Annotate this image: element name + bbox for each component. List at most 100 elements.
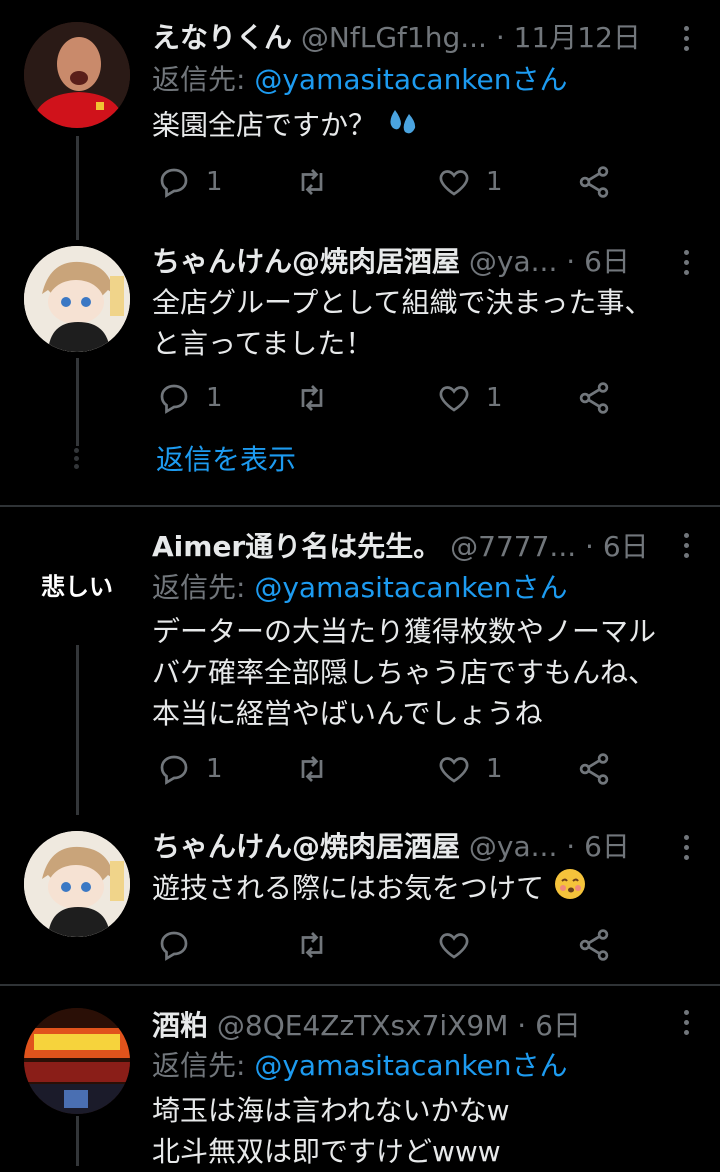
like-count: 1 — [486, 167, 503, 197]
user-handle[interactable]: @8QE4ZzTXsx7iX9M — [217, 1009, 508, 1042]
reply-count: 1 — [206, 754, 223, 784]
more-options-icon[interactable] — [684, 533, 692, 563]
tweet-date[interactable]: 6日 — [584, 830, 630, 863]
avatar-aimer[interactable]: 悲しい — [24, 531, 130, 637]
tweet-header: えなりくん @NfLGf1hg... · 11月12日 — [152, 18, 680, 58]
display-name[interactable]: えなりくん — [152, 21, 292, 54]
tweet-text-line: バケ確率全部隠しちゃう店ですもんね、 — [152, 656, 657, 689]
tweet-text-line: 本当に経営やばいんでしょうね — [152, 697, 543, 730]
reply-mention[interactable]: @yamasitacankenさん — [254, 1049, 567, 1082]
tweet-4[interactable]: ちゃんけん@焼肉居酒屋 @ya... · 6日 遊技される際にはお気をつけて — [0, 815, 720, 985]
reply-button[interactable]: 1 — [156, 749, 223, 789]
tweet-text-line: データーの大当たり獲得枚数やノーマル — [152, 615, 657, 648]
show-replies-link[interactable]: 返信を表示 — [156, 440, 296, 480]
avatar-chanken[interactable] — [24, 246, 130, 352]
tweet-text-line: 全店グループとして組織で決まった事、 — [152, 286, 653, 319]
heart-icon — [439, 170, 469, 196]
heart-icon — [439, 933, 469, 959]
display-name[interactable]: 酒粕 — [152, 1009, 208, 1042]
reply-prefix: 返信先: — [152, 63, 255, 96]
tweet-header: Aimer通り名は先生。 @7777... · 6日 — [152, 527, 680, 567]
more-options-icon[interactable] — [684, 250, 692, 280]
reply-count: 1 — [206, 383, 223, 413]
display-name[interactable]: ちゃんけん@焼肉居酒屋 — [152, 830, 460, 863]
display-name[interactable]: ちゃんけん@焼肉居酒屋 — [152, 245, 460, 278]
reply-to-line: 返信先: @yamasitacankenさん — [152, 568, 568, 608]
thread-line — [76, 645, 79, 815]
user-handle[interactable]: @ya... — [469, 245, 557, 278]
reply-icon — [160, 168, 188, 198]
reply-button[interactable] — [156, 925, 206, 965]
reply-count: 1 — [206, 167, 223, 197]
share-button[interactable] — [576, 749, 612, 789]
tweet-text: 全店グループとして組織で決まった事、 と言ってました！ — [152, 282, 702, 364]
like-button[interactable]: 1 — [436, 162, 503, 202]
tweet-date[interactable]: 11月12日 — [514, 21, 641, 54]
reply-icon — [160, 931, 188, 961]
sweat-droplets-icon — [385, 104, 419, 149]
separator-dot: · — [566, 245, 576, 278]
retweet-icon — [301, 385, 323, 411]
tweet-actions: 1 1 — [152, 749, 632, 789]
tweet-date[interactable]: 6日 — [584, 245, 630, 278]
retweet-button[interactable] — [294, 925, 330, 965]
more-options-icon[interactable] — [684, 26, 692, 56]
retweet-button[interactable] — [294, 749, 330, 789]
tweet-header: 酒粕 @8QE4ZzTXsx7iX9M · 6日 — [152, 1006, 680, 1046]
tweet-text: データーの大当たり獲得枚数やノーマル バケ確率全部隠しちゃう店ですもんね、 本当… — [152, 611, 702, 734]
like-button[interactable]: 1 — [436, 378, 503, 418]
tweet-header: ちゃんけん@焼肉居酒屋 @ya... · 6日 — [152, 242, 680, 282]
tweet-5[interactable]: 酒粕 @8QE4ZzTXsx7iX9M · 6日 返信先: @yamasitac… — [0, 986, 720, 1168]
share-button[interactable] — [576, 378, 612, 418]
share-icon — [579, 929, 609, 961]
reply-to-line: 返信先: @yamasitacankenさん — [152, 60, 568, 100]
share-icon — [579, 753, 609, 785]
retweet-button[interactable] — [294, 378, 330, 418]
tweet-actions: 1 1 — [152, 162, 632, 202]
tweet-3[interactable]: 悲しい Aimer通り名は先生。 @7777... · 6日 返信先: @yam… — [0, 507, 720, 815]
thread-line — [76, 136, 79, 240]
tweet-text-line: 楽園全店ですか？ — [152, 108, 377, 142]
retweet-button[interactable] — [294, 162, 330, 202]
tweet-actions: 1 1 — [152, 378, 632, 418]
heart-icon — [439, 386, 469, 412]
tweet-date[interactable]: 6日 — [603, 530, 649, 563]
reply-mention[interactable]: @yamasitacankenさん — [254, 571, 567, 604]
thread-line — [76, 1116, 79, 1166]
face-blowing-kiss-icon — [553, 867, 587, 912]
tweet-text-line: 埼玉は海は言われないかなw — [152, 1094, 510, 1127]
tweet-text: 埼玉は海は言われないかなw 北斗無双は即ですけどwww — [152, 1090, 702, 1172]
separator-dot: · — [495, 21, 505, 54]
retweet-icon — [301, 169, 323, 195]
like-button[interactable]: 1 — [436, 749, 503, 789]
reply-prefix: 返信先: — [152, 1049, 255, 1082]
separator-dot: · — [517, 1009, 527, 1042]
tweet-1[interactable]: えなりくん @NfLGf1hg... · 11月12日 返信先: @yamasi… — [0, 0, 720, 240]
share-button[interactable] — [576, 925, 612, 965]
separator-dot: · — [566, 830, 576, 863]
avatar-enarikun[interactable] — [24, 22, 130, 128]
display-name[interactable]: Aimer通り名は先生。 — [152, 530, 441, 563]
reply-mention[interactable]: @yamasitacankenさん — [254, 63, 567, 96]
share-button[interactable] — [576, 162, 612, 202]
user-handle[interactable]: @ya... — [469, 830, 557, 863]
avatar-text: 悲しい — [41, 572, 113, 601]
user-handle[interactable]: @7777... — [450, 530, 576, 563]
tweet-text-line: と言ってました！ — [152, 327, 374, 360]
avatar-sakekasu[interactable] — [24, 1008, 130, 1114]
reply-button[interactable]: 1 — [156, 162, 223, 202]
reply-button[interactable]: 1 — [156, 378, 223, 418]
retweet-icon — [301, 756, 323, 782]
tweet-2[interactable]: ちゃんけん@焼肉居酒屋 @ya... · 6日 全店グループとして組織で決まった… — [0, 230, 720, 506]
tweet-text: 遊技される際にはお気をつけて — [152, 867, 702, 912]
avatar-chanken[interactable] — [24, 831, 130, 937]
like-button[interactable] — [436, 925, 486, 965]
tweet-date[interactable]: 6日 — [535, 1009, 581, 1042]
more-options-icon[interactable] — [684, 1010, 692, 1040]
user-handle[interactable]: @NfLGf1hg... — [301, 21, 487, 54]
reply-prefix: 返信先: — [152, 571, 255, 604]
tweet-header: ちゃんけん@焼肉居酒屋 @ya... · 6日 — [152, 827, 680, 867]
heart-icon — [439, 757, 469, 783]
tweet-text: 楽園全店ですか？ — [152, 104, 702, 149]
more-options-icon[interactable] — [684, 835, 692, 865]
